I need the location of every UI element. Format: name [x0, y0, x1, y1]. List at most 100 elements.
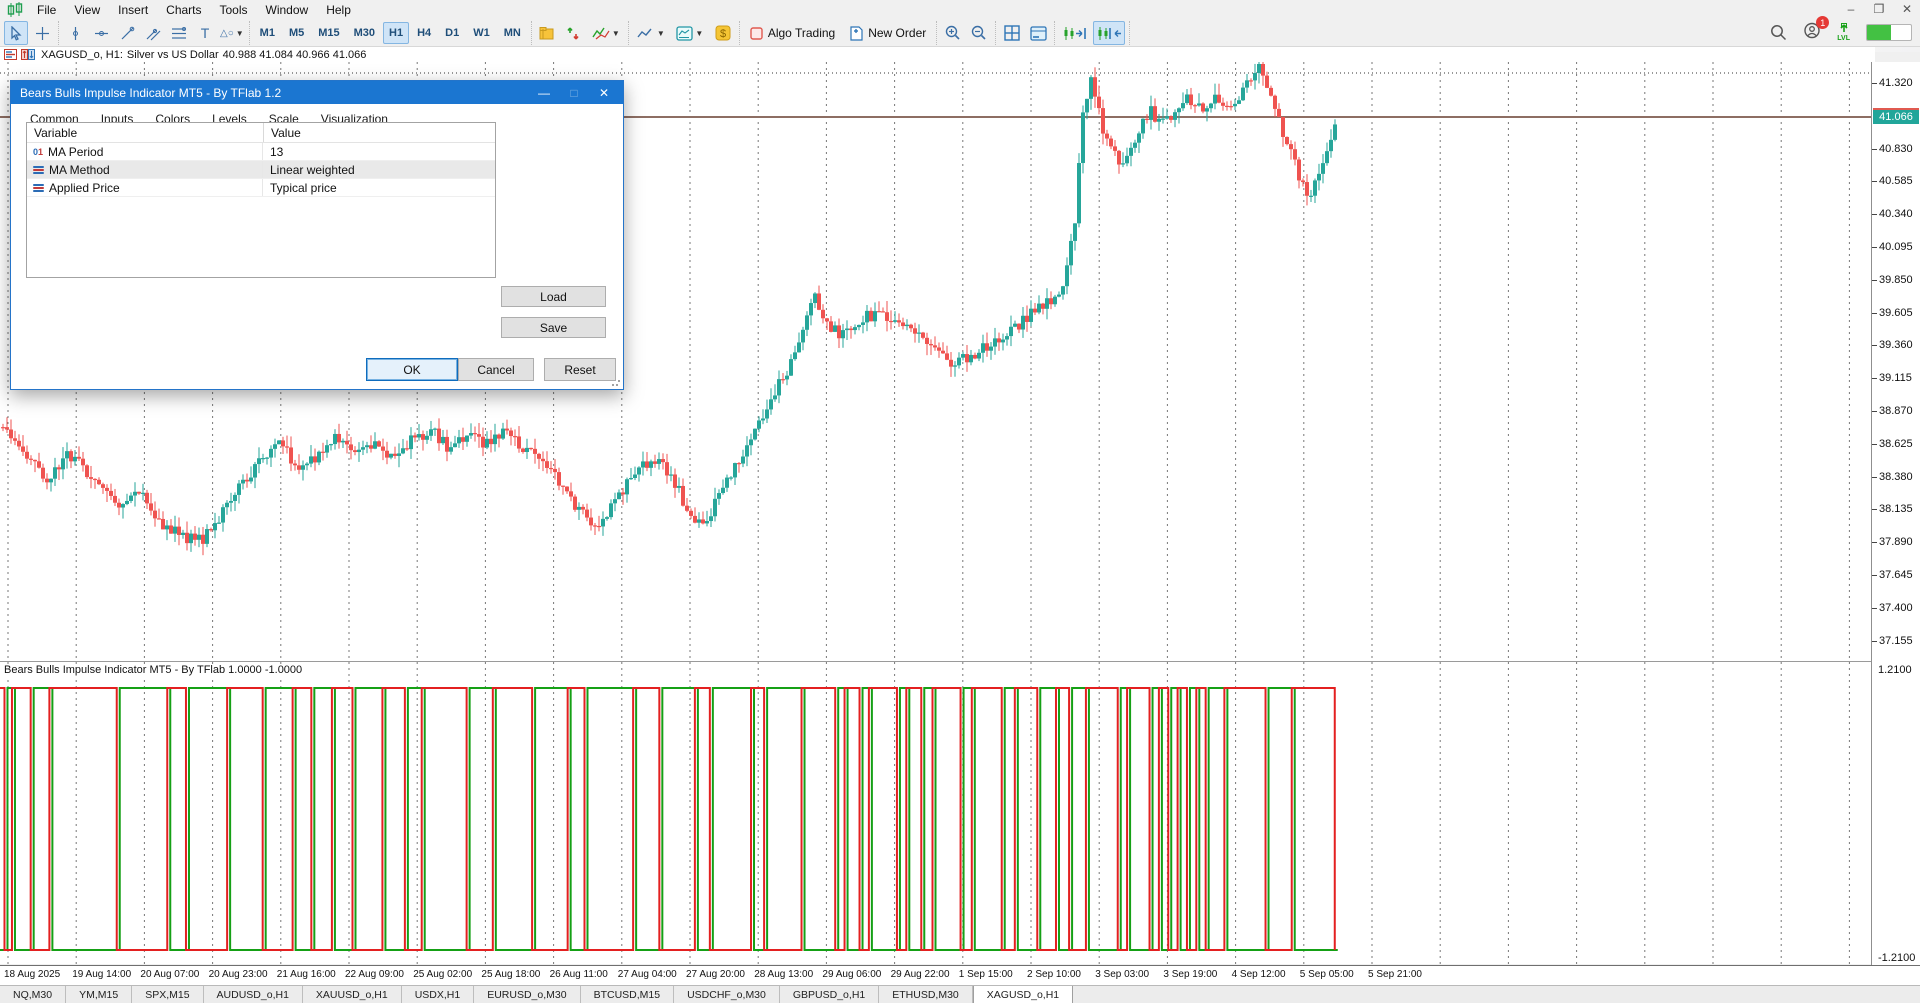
- price-axis-label: 37.645: [1879, 569, 1913, 581]
- chart-tab-eurusd-o-m30[interactable]: EURUSD_o,M30: [474, 986, 580, 1003]
- time-axis-label: 5 Sep 21:00: [1368, 969, 1422, 980]
- shapes-tool-button[interactable]: △○▼: [219, 21, 245, 45]
- profiles-folder-button[interactable]: [536, 21, 560, 45]
- menu-item-file[interactable]: File: [28, 1, 65, 19]
- connection-status-bar: [1866, 24, 1912, 41]
- menu-item-window[interactable]: Window: [257, 1, 318, 19]
- auto-scroll-button[interactable]: [1059, 21, 1091, 45]
- chart-template-button[interactable]: ▼: [671, 21, 709, 45]
- column-header-variable[interactable]: Variable: [27, 123, 264, 142]
- symbol-title: XAGUSD_o, H1:: [41, 49, 123, 61]
- chevron-down-icon: ▼: [695, 29, 703, 38]
- timeframe-button-m15[interactable]: M15: [312, 22, 345, 44]
- price-axis-label: 38.135: [1879, 503, 1913, 515]
- text-tool-button[interactable]: T: [193, 21, 217, 45]
- timeframe-button-m5[interactable]: M5: [283, 22, 310, 44]
- time-axis-label: 20 Aug 23:00: [209, 969, 268, 980]
- app-close-button[interactable]: ✕: [1900, 2, 1914, 16]
- price-axis-tick: [1872, 83, 1877, 84]
- timeframe-button-w1[interactable]: W1: [467, 22, 496, 44]
- algo-trading-button[interactable]: Algo Trading: [743, 22, 842, 44]
- time-axis-label: 20 Aug 07:00: [140, 969, 199, 980]
- input-variable-cell: 01MA Period: [27, 143, 263, 160]
- price-axis-label: 38.625: [1879, 438, 1913, 450]
- time-axis-label: 21 Aug 16:00: [277, 969, 336, 980]
- timeframe-button-h4[interactable]: H4: [411, 22, 437, 44]
- cursor-tool-button[interactable]: [4, 21, 28, 45]
- chart-tab-btcusd-m15[interactable]: BTCUSD,M15: [581, 986, 675, 1003]
- crosshair-tool-button[interactable]: [30, 21, 54, 45]
- price-axis-tick: [1872, 149, 1877, 150]
- app-restore-button[interactable]: ❐: [1872, 2, 1886, 16]
- chart-shift-button[interactable]: [1093, 21, 1125, 45]
- price-axis-tick: [1872, 542, 1877, 543]
- cancel-button[interactable]: Cancel: [458, 358, 534, 381]
- chart-tab-nq-m30[interactable]: NQ,M30: [0, 986, 66, 1003]
- timeframe-button-m30[interactable]: M30: [348, 22, 381, 44]
- load-button[interactable]: Load: [501, 286, 606, 307]
- save-button[interactable]: Save: [501, 317, 606, 338]
- chart-tab-audusd-o-h1[interactable]: AUDUSD_o,H1: [204, 986, 303, 1003]
- input-row-ma-method[interactable]: MA MethodLinear weighted: [27, 161, 495, 179]
- dialog-resize-grip[interactable]: [611, 377, 621, 387]
- menu-item-charts[interactable]: Charts: [157, 1, 210, 19]
- reset-button[interactable]: Reset: [544, 358, 616, 381]
- timeframe-button-d1[interactable]: D1: [439, 22, 465, 44]
- menu-item-tools[interactable]: Tools: [211, 1, 257, 19]
- timeframe-button-h1[interactable]: H1: [383, 22, 409, 44]
- community-icon[interactable]: 1: [1803, 22, 1821, 42]
- price-axis-label: 38.380: [1879, 471, 1913, 483]
- price-axis-label: 39.605: [1879, 307, 1913, 319]
- menu-item-insert[interactable]: Insert: [109, 1, 157, 19]
- horizontal-line-tool-button[interactable]: [89, 21, 113, 45]
- chart-tab-xauusd-o-h1[interactable]: XAUUSD_o,H1: [303, 986, 402, 1003]
- toolbox-window-button[interactable]: [1026, 21, 1050, 45]
- input-variable-cell: Applied Price: [27, 179, 263, 196]
- column-header-value[interactable]: Value: [264, 126, 495, 140]
- vertical-line-tool-button[interactable]: [63, 21, 87, 45]
- tile-windows-button[interactable]: [1000, 21, 1024, 45]
- price-axis-label: 39.115: [1879, 372, 1912, 384]
- indicator-pane[interactable]: Bears Bulls Impulse Indicator MT5 - By T…: [0, 662, 1871, 964]
- timeframe-button-mn[interactable]: MN: [498, 22, 527, 44]
- search-icon[interactable]: [1770, 24, 1787, 41]
- price-axis-label: 39.360: [1879, 339, 1913, 351]
- input-value[interactable]: Linear weighted: [263, 163, 495, 177]
- chart-tab-xagusd-o-h1[interactable]: XAGUSD_o,H1: [973, 986, 1073, 1003]
- indicators-list-button[interactable]: ▼: [588, 21, 624, 45]
- dialog-minimize-button[interactable]: —: [529, 86, 559, 100]
- currency-button[interactable]: $: [711, 21, 735, 45]
- price-axis-tick: [1872, 608, 1877, 609]
- time-axis-label: 1 Sep 15:00: [959, 969, 1013, 980]
- input-row-applied-price[interactable]: Applied PriceTypical price: [27, 179, 495, 197]
- zoom-out-button[interactable]: [967, 21, 991, 45]
- input-row-ma-period[interactable]: 01MA Period13: [27, 143, 495, 161]
- dialog-title-bar[interactable]: Bears Bulls Impulse Indicator MT5 - By T…: [11, 81, 623, 104]
- lvl-indicator[interactable]: LVL: [1837, 23, 1850, 42]
- trendline-tool-button[interactable]: [115, 21, 139, 45]
- chart-type-button[interactable]: ▼: [633, 21, 669, 45]
- zoom-in-button[interactable]: [941, 21, 965, 45]
- menu-item-view[interactable]: View: [65, 1, 109, 19]
- depth-of-market-button[interactable]: [562, 21, 586, 45]
- dialog-close-button[interactable]: ✕: [589, 86, 619, 100]
- input-value[interactable]: Typical price: [263, 181, 495, 195]
- chart-tab-ym-m15[interactable]: YM,M15: [66, 986, 132, 1003]
- ok-button[interactable]: OK: [366, 358, 458, 381]
- channel-tool-button[interactable]: [141, 21, 165, 45]
- new-order-button[interactable]: New Order: [842, 22, 933, 44]
- time-axis[interactable]: 18 Aug 202519 Aug 14:0020 Aug 07:0020 Au…: [0, 965, 1920, 986]
- input-value[interactable]: 13: [263, 145, 495, 159]
- one-click-trading-icon[interactable]: [21, 49, 35, 60]
- app-minimize-button[interactable]: –: [1844, 2, 1858, 16]
- fibonacci-tool-button[interactable]: [167, 21, 191, 45]
- chart-tab-usdx-h1[interactable]: USDX,H1: [402, 986, 475, 1003]
- menu-item-help[interactable]: Help: [317, 1, 360, 19]
- chart-tab-ethusd-m30[interactable]: ETHUSD,M30: [879, 986, 973, 1003]
- price-axis[interactable]: 41.066 1.2100 -1.2100 41.32040.83040.585…: [1871, 62, 1920, 965]
- time-axis-label: 29 Aug 22:00: [891, 969, 950, 980]
- chart-tab-usdchf-o-m30[interactable]: USDCHF_o,M30: [674, 986, 780, 1003]
- timeframe-button-m1[interactable]: M1: [254, 22, 281, 44]
- chart-tab-spx-m15[interactable]: SPX,M15: [132, 986, 203, 1003]
- chart-tab-gbpusd-o-h1[interactable]: GBPUSD_o,H1: [780, 986, 879, 1003]
